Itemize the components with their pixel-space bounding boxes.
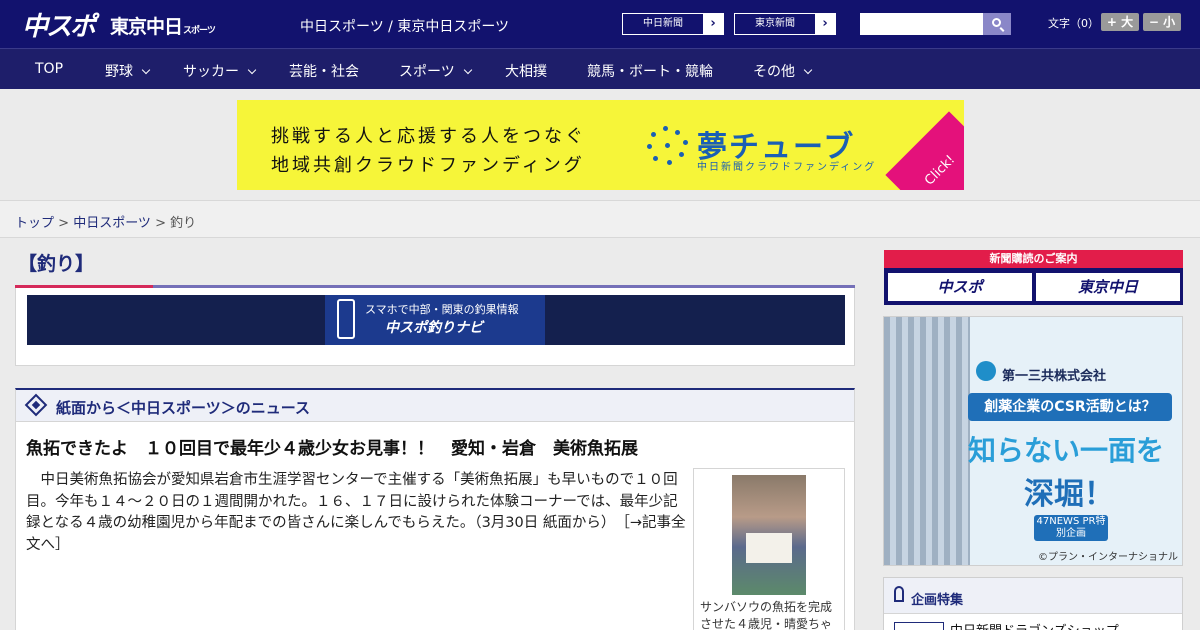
- article-summary: 中日美術魚拓協会が愛知県岩倉市生涯学習センターで主催する「美術魚拓展」も早いもの…: [26, 470, 686, 556]
- smartphone-icon: [337, 299, 355, 339]
- feature-box: 企画特集 中日新聞ドラゴンズショップ: [883, 577, 1183, 630]
- banner-line-2: 地域共創クラウドファンディング: [271, 155, 585, 176]
- nav-item-label: 野球: [105, 64, 133, 80]
- logo-tokyo-text: 東京中日: [110, 16, 183, 38]
- search-button[interactable]: [983, 13, 1011, 35]
- article-title[interactable]: 魚拓できたよ １０回目で最年少４歳少女お見事！！ 愛知・岩倉 美術魚拓展: [26, 434, 638, 459]
- news-section-title: 紙面から＜中日スポーツ＞のニュース: [56, 399, 310, 417]
- chevron-down-icon: [141, 65, 151, 75]
- chunichi-shimbun-label: 中日新聞: [643, 18, 683, 29]
- logo-chuspo[interactable]: 中スポ: [22, 6, 96, 43]
- chevron-down-icon: [247, 65, 257, 75]
- nav-item-label: サッカー: [183, 64, 239, 80]
- photo-caption: サンバソウの魚拓を完成させた４歳児・晴愛ちゃ: [700, 600, 833, 630]
- subscription-box: 新聞購読のご案内 中スポ 東京中日: [884, 250, 1183, 305]
- ribbon-icon: [894, 586, 904, 602]
- font-size-decrease-button[interactable]: − 小: [1143, 13, 1181, 31]
- ad-headline-2: 深堀！: [1024, 477, 1114, 512]
- page-title: 【釣り】: [18, 253, 95, 275]
- nav-item-label: その他: [753, 64, 795, 80]
- ad-credit: ©プラン・インターナショナル: [1038, 552, 1178, 563]
- nav-item-sports[interactable]: スポーツ: [399, 61, 472, 81]
- feature-header: 企画特集: [884, 578, 1182, 614]
- chevron-right-icon: ›: [815, 14, 835, 34]
- fishing-navi-banner[interactable]: スマホで中部・関東の釣果情報 中スポ釣りナビ: [27, 295, 845, 345]
- news-section: 紙面から＜中日スポーツ＞のニュース 魚拓できたよ １０回目で最年少４歳少女お見事…: [15, 388, 855, 630]
- dots-logo-icon: [645, 126, 689, 170]
- ad-csr-banner: 創薬企業のCSR活動とは？: [968, 393, 1172, 421]
- breadcrumb: トップ > 中日スポーツ > 釣り: [15, 212, 196, 231]
- search-icon: [992, 18, 1001, 27]
- fishing-navi-inner: スマホで中部・関東の釣果情報 中スポ釣りナビ: [325, 295, 545, 345]
- nav-item-other[interactable]: その他: [753, 61, 813, 81]
- breadcrumb-bar: トップ > 中日スポーツ > 釣り: [0, 200, 1200, 238]
- site-title: 中日スポーツ / 東京中日スポーツ: [300, 19, 510, 35]
- nav-item-sumo[interactable]: 大相撲: [505, 61, 547, 81]
- feature-item-link[interactable]: 中日新聞ドラゴンズショップ: [950, 620, 1119, 630]
- nav-item-label: スポーツ: [399, 64, 455, 80]
- article-photo-box: サンバソウの魚拓を完成させた４歳児・晴愛ちゃ: [693, 468, 845, 630]
- nav-item-top[interactable]: TOP: [35, 61, 63, 77]
- crowdfunding-banner[interactable]: 挑戦する人と応援する人をつなぐ 地域共創クラウドファンディング 夢チューブ 中日…: [237, 100, 964, 190]
- top-header: 中スポ 東京中日スポーツ 中日スポーツ / 東京中日スポーツ 中日新聞 › 東京…: [0, 0, 1200, 48]
- nav-item-baseball[interactable]: 野球: [105, 61, 151, 81]
- nav-item-label: TOP: [35, 61, 64, 77]
- banner-subtitle: 中日新聞クラウドファンディング: [697, 162, 877, 173]
- newspaper-icon: [24, 393, 48, 417]
- article-summary-text: 中日美術魚拓協会が愛知県岩倉市生涯学習センターで主催する「美術魚拓展」も早いもの…: [26, 472, 678, 531]
- main-nav: TOP 野球 サッカー 芸能・社会 スポーツ 大相撲 競馬・ボート・競輪 その他: [0, 48, 1200, 89]
- font-size-label: 文字（0）: [1048, 17, 1099, 30]
- feature-title: 企画特集: [911, 593, 964, 608]
- nav-item-label: 大相撲: [505, 64, 547, 80]
- company-logo-icon: [976, 361, 996, 381]
- logo-tokyo-small: スポーツ: [183, 26, 216, 36]
- nav-item-label: 芸能・社会: [289, 64, 359, 80]
- breadcrumb-link-chunichi-sports[interactable]: 中日スポーツ: [73, 216, 151, 231]
- search-input[interactable]: [860, 13, 983, 35]
- fishing-navi-title: 中スポ釣りナビ: [385, 320, 483, 336]
- subscribe-tokyo-chunichi-button[interactable]: 東京中日: [1036, 273, 1180, 301]
- ad-tag: 47NEWS PR特別企画: [1034, 515, 1108, 541]
- nav-item-racing[interactable]: 競馬・ボート・競輪: [587, 61, 713, 81]
- nav-item-soccer[interactable]: サッカー: [183, 61, 257, 81]
- tokyo-shimbun-button[interactable]: 東京新聞 ›: [734, 13, 836, 35]
- subscription-header: 新聞購読のご案内: [884, 250, 1183, 268]
- ad-headline-1: 知らない一面を: [968, 434, 1165, 467]
- building-image: [884, 317, 970, 565]
- news-section-header: 紙面から＜中日スポーツ＞のニュース: [16, 390, 854, 422]
- breadcrumb-link-top[interactable]: トップ: [15, 216, 54, 231]
- ad-company-name: 第一三共株式会社: [1002, 369, 1107, 384]
- font-size-increase-button[interactable]: + 大: [1101, 13, 1139, 31]
- fishing-navi-tagline: スマホで中部・関東の釣果情報: [365, 303, 519, 316]
- chevron-down-icon: [463, 65, 472, 75]
- breadcrumb-separator: >: [58, 216, 74, 231]
- breadcrumb-separator: >: [155, 216, 171, 231]
- chunichi-shimbun-button[interactable]: 中日新聞 ›: [622, 13, 724, 35]
- sidebar-ad[interactable]: 第一三共株式会社 創薬企業のCSR活動とは？ 知らない一面を 深堀！ 47NEW…: [883, 316, 1183, 566]
- subscribe-chuspo-button[interactable]: 中スポ: [888, 273, 1032, 301]
- nav-item-label: 競馬・ボート・競輪: [587, 64, 713, 80]
- feature-thumbnail[interactable]: [894, 622, 944, 630]
- nav-item-entertainment[interactable]: 芸能・社会: [289, 61, 359, 81]
- banner-line-1: 挑戦する人と応援する人をつなぐ: [271, 126, 586, 147]
- article-photo[interactable]: [732, 475, 806, 595]
- breadcrumb-current: 釣り: [170, 216, 197, 231]
- tokyo-shimbun-label: 東京新聞: [755, 18, 795, 29]
- logo-tokyo-chunichi[interactable]: 東京中日スポーツ: [110, 12, 216, 39]
- fishing-navi-card: スマホで中部・関東の釣果情報 中スポ釣りナビ: [15, 288, 855, 366]
- chevron-right-icon: ›: [703, 14, 723, 34]
- fish-print-image: [746, 533, 792, 563]
- chevron-down-icon: [803, 65, 813, 75]
